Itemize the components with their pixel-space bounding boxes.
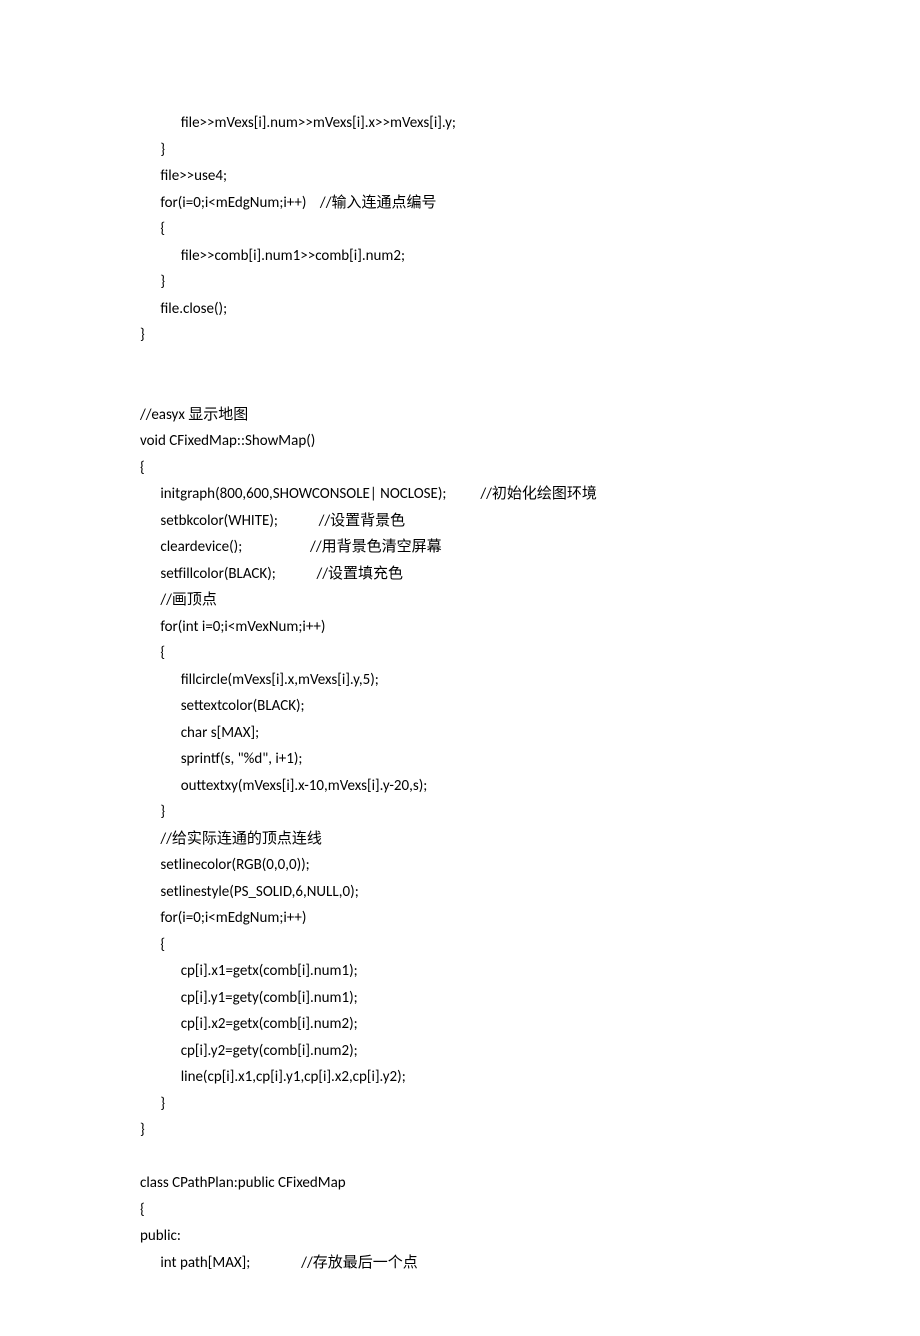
code-line: initgraph(800,600,SHOWCONSOLE| NOCLOSE);…: [140, 481, 780, 508]
code-line: [140, 375, 780, 402]
code-line: }: [140, 1091, 780, 1118]
code-line: [140, 1144, 780, 1171]
code-line: outtextxy(mVexs[i].x-10,mVexs[i].y-20,s)…: [140, 773, 780, 800]
code-line: for(int i=0;i<mVexNum;i++): [140, 614, 780, 641]
code-line: {: [140, 932, 780, 959]
code-line: void CFixedMap::ShowMap(): [140, 428, 780, 455]
code-line: }: [140, 322, 780, 349]
code-line: cp[i].x2=getx(comb[i].num2);: [140, 1011, 780, 1038]
code-line: file>>comb[i].num1>>comb[i].num2;: [140, 243, 780, 270]
code-line: {: [140, 640, 780, 667]
document-page: file>>mVexs[i].num>>mVexs[i].x>>mVexs[i]…: [0, 0, 920, 1336]
code-line: for(i=0;i<mEdgNum;i++) //输入连通点编号: [140, 190, 780, 217]
code-line: //easyx 显示地图: [140, 402, 780, 429]
code-line: fillcircle(mVexs[i].x,mVexs[i].y,5);: [140, 667, 780, 694]
code-line: setfillcolor(BLACK); //设置填充色: [140, 561, 780, 588]
code-line: }: [140, 137, 780, 164]
code-line: setbkcolor(WHITE); //设置背景色: [140, 508, 780, 535]
code-line: class CPathPlan:public CFixedMap: [140, 1170, 780, 1197]
code-line: setlinecolor(RGB(0,0,0));: [140, 852, 780, 879]
code-line: cp[i].x1=getx(comb[i].num1);: [140, 958, 780, 985]
code-line: public:: [140, 1223, 780, 1250]
code-line: sprintf(s, "%d", i+1);: [140, 746, 780, 773]
code-line: }: [140, 799, 780, 826]
code-line: //给实际连通的顶点连线: [140, 826, 780, 853]
code-line: file>>mVexs[i].num>>mVexs[i].x>>mVexs[i]…: [140, 110, 780, 137]
code-line: file.close();: [140, 296, 780, 323]
code-line: setlinestyle(PS_SOLID,6,NULL,0);: [140, 879, 780, 906]
code-line: {: [140, 216, 780, 243]
code-line: [140, 349, 780, 376]
code-line: //画顶点: [140, 587, 780, 614]
code-line: settextcolor(BLACK);: [140, 693, 780, 720]
code-line: {: [140, 455, 780, 482]
code-line: cleardevice(); //用背景色清空屏幕: [140, 534, 780, 561]
code-line: cp[i].y1=gety(comb[i].num1);: [140, 985, 780, 1012]
code-line: {: [140, 1197, 780, 1224]
code-line: for(i=0;i<mEdgNum;i++): [140, 905, 780, 932]
code-line: }: [140, 269, 780, 296]
code-line: }: [140, 1117, 780, 1144]
code-line: char s[MAX];: [140, 720, 780, 747]
code-line: file>>use4;: [140, 163, 780, 190]
code-line: int path[MAX]; //存放最后一个点: [140, 1250, 780, 1277]
code-line: line(cp[i].x1,cp[i].y1,cp[i].x2,cp[i].y2…: [140, 1064, 780, 1091]
code-line: cp[i].y2=gety(comb[i].num2);: [140, 1038, 780, 1065]
